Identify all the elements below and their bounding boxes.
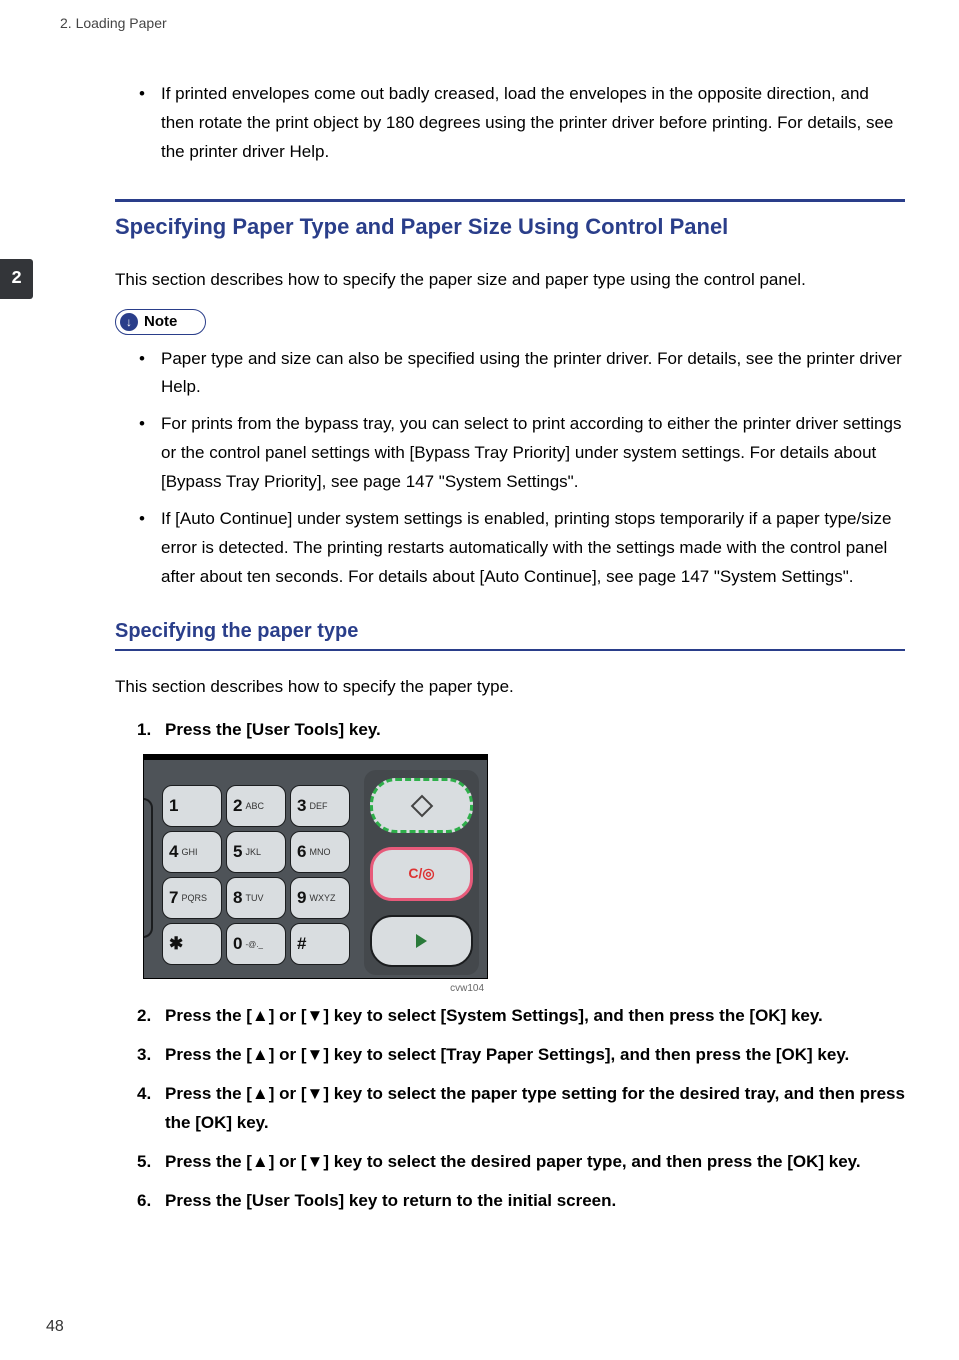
keypad-key-4: 4GHI xyxy=(162,831,222,873)
page-content: If printed envelopes come out badly crea… xyxy=(115,80,905,1226)
step-list: Press the [User Tools] key. xyxy=(115,716,905,745)
start-icon xyxy=(416,934,427,948)
note-list: Paper type and size can also be specifie… xyxy=(115,345,905,592)
step-item: Press the [▲] or [▼] key to select [Syst… xyxy=(137,1002,905,1031)
note-item: If [Auto Continue] under system settings… xyxy=(161,505,905,592)
keypad-key-5: 5JKL xyxy=(226,831,286,873)
keypad-figure: 1 2ABC 3DEF 4GHI 5JKL 6MNO 7PQRS 8TUV 9W… xyxy=(143,754,488,994)
step-item: Press the [▲] or [▼] key to select the d… xyxy=(137,1148,905,1177)
keypad-key-2: 2ABC xyxy=(226,785,286,827)
step-list-cont: Press the [▲] or [▼] key to select [Syst… xyxy=(115,1002,905,1215)
keypad-key-1: 1 xyxy=(162,785,222,827)
keypad-key-6: 6MNO xyxy=(290,831,350,873)
user-tools-button xyxy=(370,778,473,832)
note-item: For prints from the bypass tray, you can… xyxy=(161,410,905,497)
step-item: Press the [▲] or [▼] key to select the p… xyxy=(137,1080,905,1138)
note-badge: ↓ Note xyxy=(115,309,206,335)
clear-stop-label: C/◎ xyxy=(408,865,434,882)
keypad-key-3: 3DEF xyxy=(290,785,350,827)
page-header: 2. Loading Paper xyxy=(60,15,167,31)
keypad-key-hash: # xyxy=(290,923,350,965)
keypad-key-8: 8TUV xyxy=(226,877,286,919)
keypad-key-star: ✱ xyxy=(162,923,222,965)
subheading: Specifying the paper type xyxy=(115,620,905,651)
chapter-tab: 2 xyxy=(0,259,33,299)
section-intro: This section describes how to specify th… xyxy=(115,266,905,295)
top-bullet-item: If printed envelopes come out badly crea… xyxy=(161,80,905,167)
step-item: Press the [▲] or [▼] key to select [Tray… xyxy=(137,1041,905,1070)
right-button-panel: C/◎ xyxy=(364,770,479,975)
section-heading-text: Specifying Paper Type and Paper Size Usi… xyxy=(115,214,905,240)
step-item: Press the [User Tools] key to return to … xyxy=(137,1187,905,1216)
keypad-key-0: 0-@._ xyxy=(226,923,286,965)
section-heading: Specifying Paper Type and Paper Size Usi… xyxy=(115,199,905,240)
note-item: Paper type and size can also be specifie… xyxy=(161,345,905,403)
keypad-key-7: 7PQRS xyxy=(162,877,222,919)
keypad-grid: 1 2ABC 3DEF 4GHI 5JKL 6MNO 7PQRS 8TUV 9W… xyxy=(162,785,350,965)
down-arrow-icon: ↓ xyxy=(120,313,138,331)
clear-stop-button: C/◎ xyxy=(370,847,473,901)
panel-edge xyxy=(143,798,153,938)
figure-label: cvw104 xyxy=(143,983,488,994)
keypad-panel: 1 2ABC 3DEF 4GHI 5JKL 6MNO 7PQRS 8TUV 9W… xyxy=(143,754,488,979)
step-item: Press the [User Tools] key. xyxy=(137,716,905,745)
note-label: Note xyxy=(144,313,177,330)
start-button xyxy=(370,915,473,967)
keypad-key-9: 9WXYZ xyxy=(290,877,350,919)
subheading-text: Specifying the paper type xyxy=(115,620,905,643)
diamond-icon xyxy=(410,794,433,817)
page-number: 48 xyxy=(46,1318,64,1336)
top-bullet-list: If printed envelopes come out badly crea… xyxy=(115,80,905,167)
subsection-intro: This section describes how to specify th… xyxy=(115,673,905,702)
